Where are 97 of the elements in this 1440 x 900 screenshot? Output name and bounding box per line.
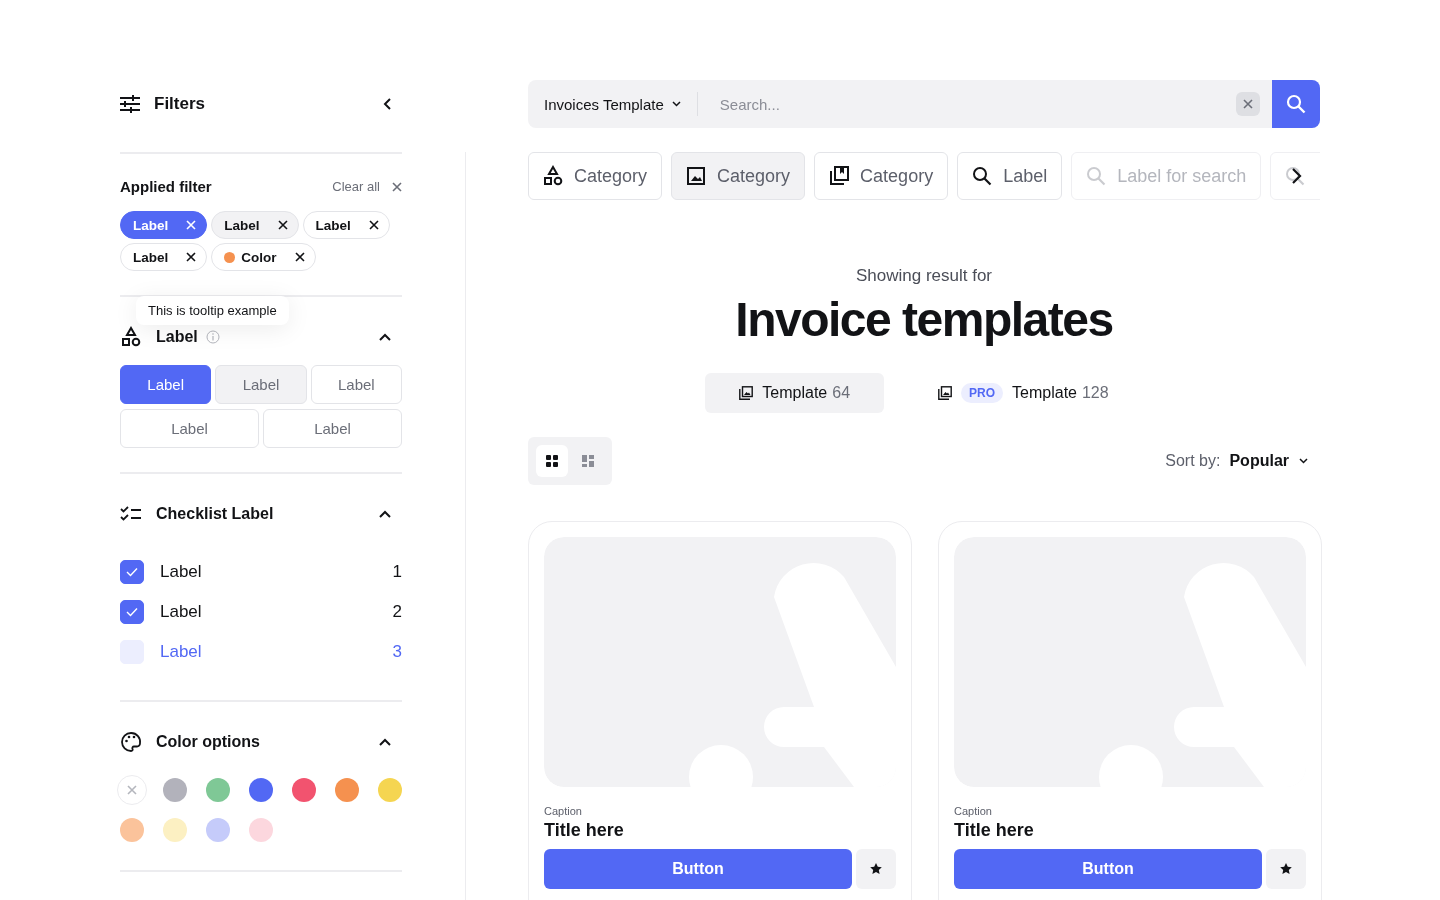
caret-icon (1299, 458, 1308, 464)
color-swatch[interactable] (292, 778, 316, 802)
checkbox-label[interactable]: Label (160, 642, 393, 662)
scope-dropdown[interactable]: Invoices Template (528, 92, 698, 116)
chevron-right-icon (1290, 166, 1302, 186)
remove-icon[interactable] (186, 252, 197, 262)
shapes-icon (120, 326, 142, 348)
color-swatch[interactable] (163, 778, 187, 802)
search-icon (971, 165, 994, 187)
color-swatch[interactable] (206, 778, 230, 802)
checkbox[interactable] (120, 600, 144, 624)
search-icon (1085, 165, 1108, 187)
color-swatch[interactable] (249, 778, 273, 802)
chip-label: Label (315, 217, 351, 233)
star-icon (869, 862, 883, 876)
search-field[interactable]: Search... (697, 95, 1236, 113)
page-title: Invoice templates (734, 292, 1114, 347)
color-swatch[interactable] (163, 818, 187, 842)
primary-button[interactable]: Button (544, 849, 852, 889)
chevron-left-icon[interactable] (382, 97, 392, 111)
filter-chip[interactable]: Label (211, 211, 299, 239)
remove-icon[interactable] (277, 220, 288, 230)
color-swatch[interactable] (335, 778, 359, 802)
color-swatch[interactable] (206, 818, 230, 842)
section-title: Color options (156, 733, 260, 751)
section-title: Applied filter (120, 178, 213, 195)
remove-icon[interactable] (294, 252, 305, 262)
search-icon (1286, 94, 1306, 114)
category-chip[interactable]: Category (528, 152, 663, 200)
card-caption: Caption (544, 805, 583, 817)
checkbox-label[interactable]: Label (160, 562, 393, 582)
favorite-button[interactable] (1266, 849, 1306, 889)
clear-icon[interactable] (392, 181, 402, 192)
chevron-up-icon[interactable] (378, 332, 392, 342)
template-tab[interactable]: Template 64 (705, 373, 885, 413)
category-chip[interactable]: Label (957, 152, 1063, 200)
card-title: Title here (954, 820, 1035, 841)
shapes-icon (542, 165, 564, 187)
stacked-pages-icon (828, 165, 851, 187)
card-title: Title here (544, 820, 625, 841)
template-tab[interactable]: PRO Template 128 (904, 373, 1143, 413)
color-swatch[interactable] (120, 818, 144, 842)
chip-label: Label (133, 249, 169, 265)
option-button[interactable]: Label (120, 409, 259, 448)
panel-title: Filters (154, 94, 207, 114)
grid-icon (546, 455, 558, 467)
item-count: 1 (392, 562, 402, 582)
option-button[interactable]: Label (263, 409, 402, 448)
checkbox-label[interactable]: Label (160, 602, 393, 622)
category-chip[interactable]: Category (814, 152, 949, 200)
image-stack-icon (938, 386, 953, 400)
filter-chip[interactable]: Color (211, 243, 316, 271)
chip-label: Label (133, 217, 169, 233)
remove-icon[interactable] (368, 220, 379, 230)
chevron-up-icon[interactable] (378, 509, 392, 519)
sliders-icon (120, 95, 140, 113)
color-swatch[interactable] (249, 818, 273, 842)
option-button[interactable]: Label (310, 365, 402, 404)
clear-all-link[interactable]: Clear all (332, 179, 380, 194)
checkbox[interactable] (120, 560, 144, 584)
color-swatch[interactable] (378, 778, 402, 802)
filter-chip[interactable]: Label (302, 211, 390, 239)
checklist-icon (120, 506, 142, 522)
caret-icon (671, 101, 681, 107)
chip-label: Label (224, 217, 260, 233)
section-title: Checklist Label (156, 505, 274, 523)
image-icon (685, 165, 708, 187)
filter-chip[interactable]: Label (120, 243, 208, 271)
check-icon (126, 607, 138, 617)
primary-button[interactable]: Button (954, 849, 1262, 889)
chevron-up-icon[interactable] (378, 737, 392, 747)
category-chip[interactable]: Category (671, 152, 806, 200)
option-button[interactable]: Label (215, 365, 307, 404)
filter-chip[interactable]: Label (120, 211, 208, 239)
image-stack-icon (739, 386, 754, 400)
option-button[interactable]: Label (120, 365, 212, 404)
sort-dropdown[interactable]: Popular (1229, 452, 1308, 470)
item-count: 2 (392, 602, 402, 622)
no-color-swatch[interactable] (117, 775, 147, 805)
favorite-button[interactable] (856, 849, 896, 889)
item-count: 3 (392, 642, 402, 662)
close-icon[interactable] (1243, 99, 1253, 109)
palette-icon (120, 731, 142, 753)
tooltip: This is tooltip example (136, 296, 289, 325)
star-icon (1279, 862, 1293, 876)
view-toggle[interactable] (536, 445, 568, 477)
search-button[interactable] (1272, 80, 1320, 128)
search-icon (1284, 165, 1307, 187)
pro-badge: PRO (961, 383, 1004, 403)
sort-label: Sort by: (1165, 452, 1221, 470)
result-caption: Showing result for (854, 266, 994, 286)
check-icon (126, 567, 138, 577)
card-caption: Caption (954, 805, 993, 817)
layout-icon (582, 455, 594, 467)
section-title: Label (156, 328, 198, 346)
clear-button[interactable] (1236, 92, 1260, 116)
chip-label: Color (241, 249, 277, 265)
